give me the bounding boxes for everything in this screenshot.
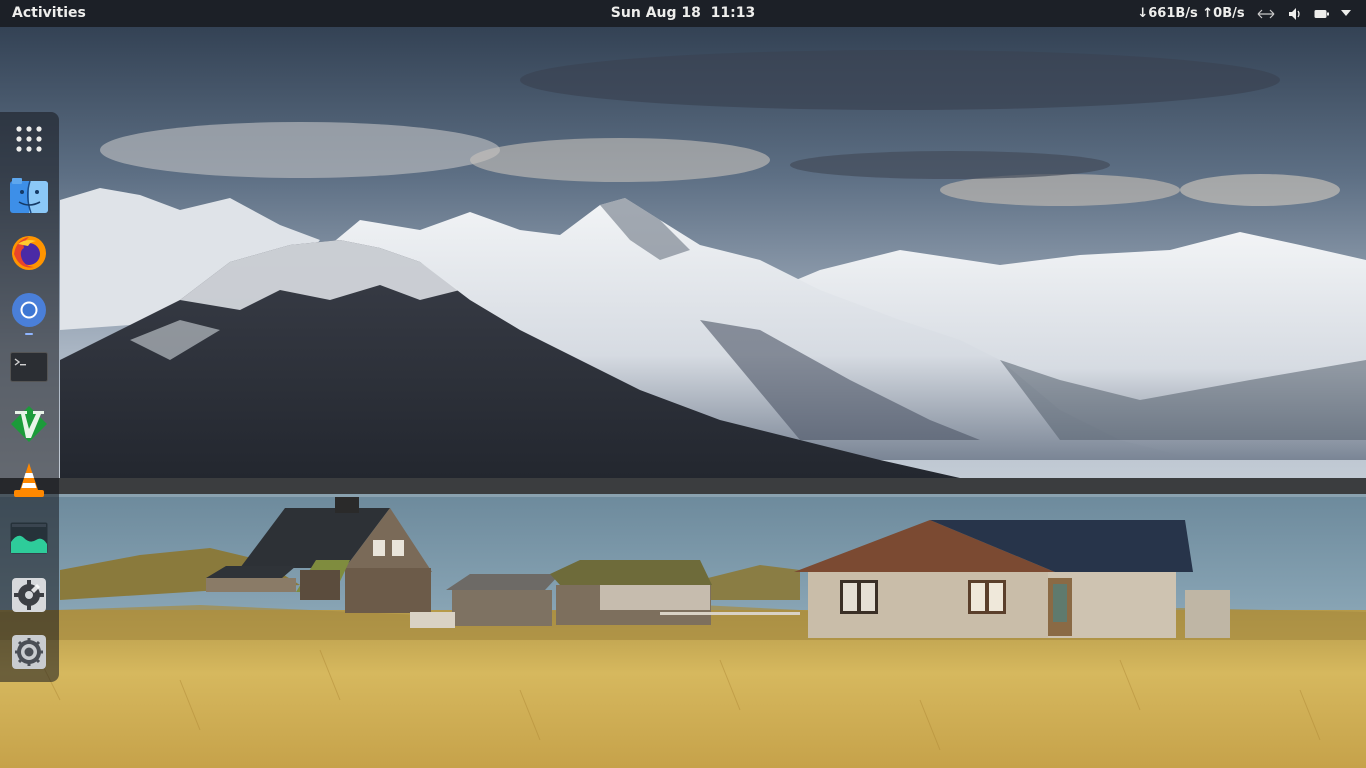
battery-icon[interactable] [1312, 4, 1332, 23]
network-speed-indicator[interactable]: ↓661B/s ↑0B/s [1130, 0, 1252, 27]
terminal-icon [10, 352, 48, 382]
desktop-wallpaper [0, 0, 1366, 768]
battery-icon-glyph [1314, 9, 1329, 18]
dock-chromium[interactable] [6, 287, 52, 335]
dash-dock [0, 112, 59, 682]
date-time-clock[interactable]: Sun Aug 18 11:13 [590, 0, 776, 27]
chevron-down-icon-glyph [1341, 10, 1351, 16]
chromium-icon [12, 293, 46, 327]
activities-button[interactable]: Activities [0, 0, 98, 27]
show-applications-button[interactable] [6, 116, 52, 162]
dock-system-monitor[interactable] [6, 515, 52, 561]
dock-preferences[interactable] [6, 572, 52, 618]
dock-vim[interactable] [6, 401, 52, 447]
volume-icon-glyph [1289, 7, 1300, 20]
desktop: Activities Sun Aug 18 11:13 ↓661B/s ↑0B/… [0, 0, 1366, 768]
dock-file-manager[interactable] [6, 173, 52, 219]
volume-icon[interactable] [1285, 4, 1305, 23]
chevron-down-icon[interactable] [1336, 4, 1356, 23]
firefox-icon [12, 236, 46, 270]
dock-vlc[interactable] [6, 458, 52, 504]
system-monitor-icon [10, 522, 48, 554]
settings-icon [12, 635, 46, 669]
dock-firefox[interactable] [6, 230, 52, 276]
preferences-icon [12, 578, 46, 612]
dock-settings[interactable] [6, 629, 52, 675]
running-indicator [25, 333, 33, 335]
dock-terminal[interactable] [6, 344, 52, 390]
app-grid-icon [16, 126, 42, 152]
top-bar: Activities Sun Aug 18 11:13 ↓661B/s ↑0B/… [0, 0, 1366, 27]
network-wired-icon[interactable] [1256, 4, 1276, 23]
file-manager-icon [10, 178, 48, 214]
network-wired-icon-glyph [1257, 9, 1275, 18]
vim-icon [11, 406, 47, 442]
vlc-icon [14, 463, 44, 497]
